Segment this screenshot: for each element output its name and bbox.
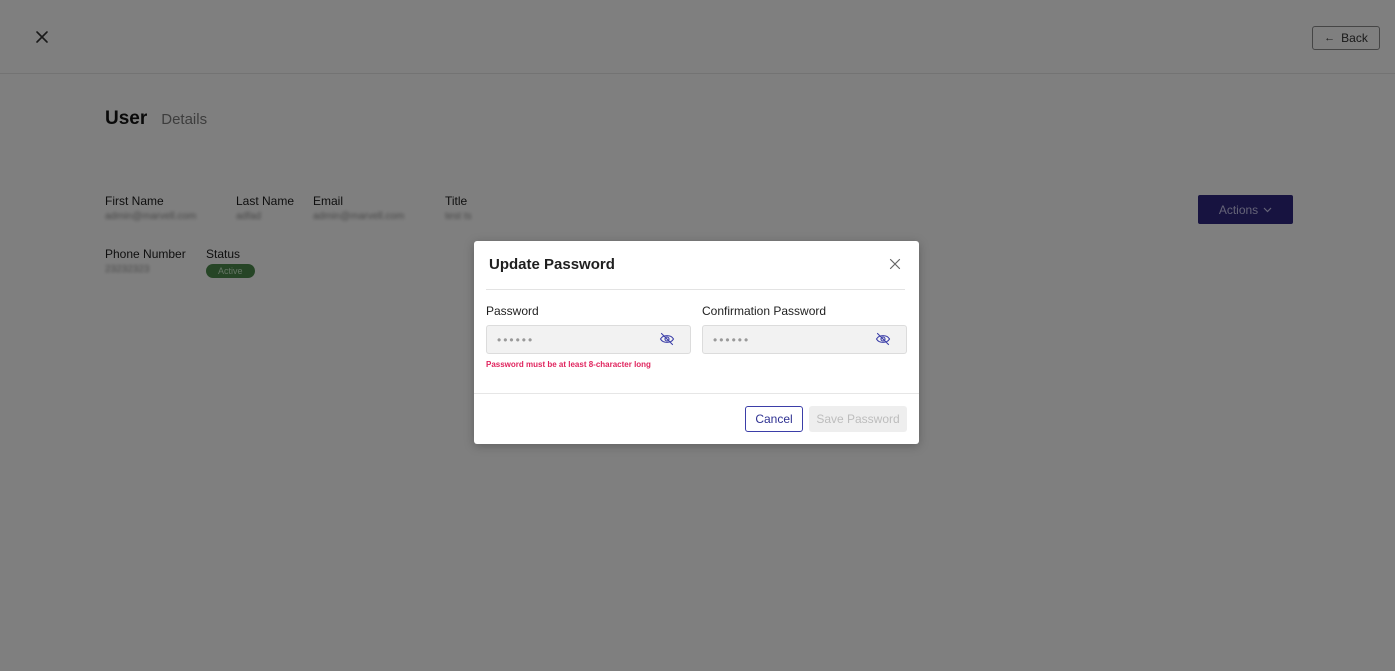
dialog-footer-divider — [474, 393, 919, 394]
cancel-button[interactable]: Cancel — [745, 406, 803, 432]
password-label: Password — [486, 304, 539, 318]
update-password-dialog: Update Password Password Password must b… — [474, 241, 919, 444]
dialog-title: Update Password — [489, 256, 615, 273]
save-password-button[interactable]: Save Password — [809, 406, 907, 432]
close-icon[interactable] — [889, 258, 901, 270]
confirm-password-label: Confirmation Password — [702, 304, 827, 318]
dialog-divider — [486, 289, 905, 290]
eye-off-icon[interactable] — [875, 332, 891, 346]
eye-off-icon[interactable] — [659, 332, 675, 346]
password-error: Password must be at least 8-character lo… — [486, 360, 651, 369]
